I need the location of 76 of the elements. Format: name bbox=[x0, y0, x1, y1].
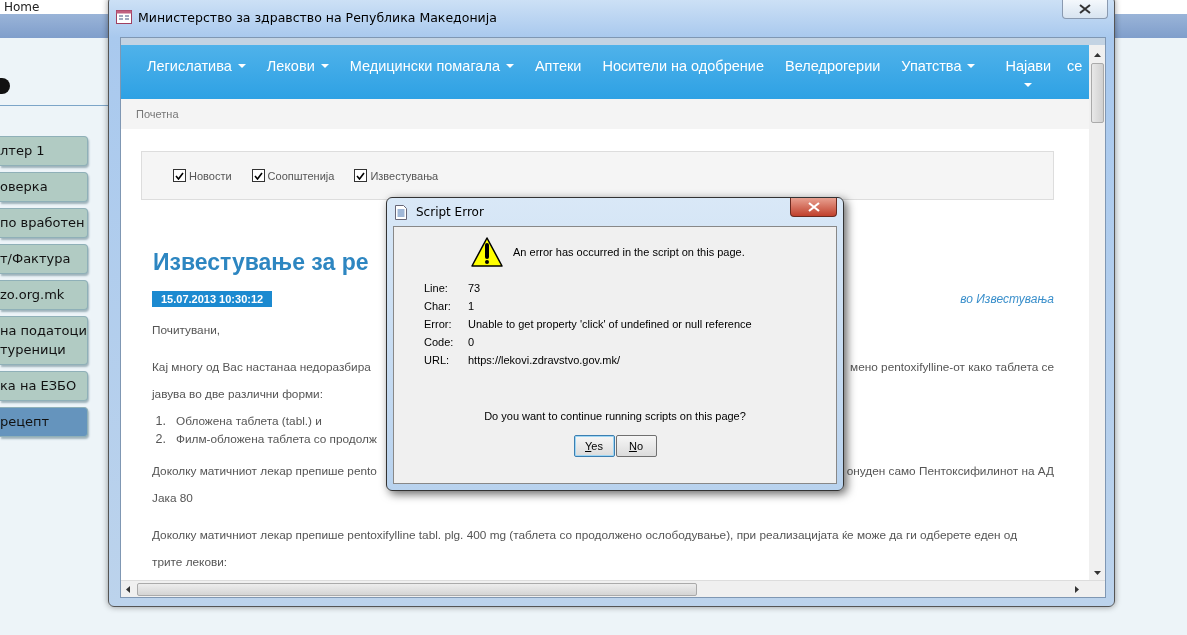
checkbox-label: Новости bbox=[189, 169, 232, 182]
app-title: Home bbox=[3, 0, 40, 14]
sidebar-button[interactable]: zo.org.mk bbox=[0, 280, 88, 310]
check-icon bbox=[175, 171, 184, 180]
question-text: Do you want to continue running scripts on this page? bbox=[483, 410, 747, 422]
nav-link[interactable]: Носители на одобрение bbox=[602, 58, 764, 74]
paragraph-text: онуден само Пентоксифилинот на АД bbox=[846, 463, 1054, 480]
paragraph-text: Јака 80 bbox=[152, 490, 193, 507]
sidebar-button[interactable]: рецепт bbox=[0, 407, 88, 437]
breadcrumb-link[interactable]: Почетна bbox=[136, 108, 179, 120]
detail-value: 1 bbox=[468, 300, 476, 313]
checkbox-label: Известувања bbox=[370, 169, 439, 182]
checkbox[interactable] bbox=[173, 169, 186, 182]
paragraph-text: Доколку матичниот лекар препише pentoxifylline tabl. plg. 400 mg (таблета со продолжено ослободување), при реализацијата ќе може да ги одберете еден од bbox=[152, 527, 1018, 544]
window-title: Министерство за здравство на Република Македонија bbox=[138, 9, 497, 25]
checkbox[interactable] bbox=[251, 169, 265, 182]
sidebar-button[interactable]: ка на ЕЗБО bbox=[0, 371, 88, 401]
dialog-button[interactable]: Yes bbox=[573, 435, 615, 457]
paragraph-text: Почитувани, bbox=[152, 322, 221, 339]
detail-value: https://lekovi.zdravstvo.gov.mk/ bbox=[468, 354, 622, 367]
scroll-left-icon bbox=[126, 585, 130, 593]
detail-label: Char: bbox=[424, 300, 452, 313]
nav-link[interactable]: Лекови bbox=[266, 58, 329, 74]
checkbox-label: Соопштенија bbox=[267, 169, 335, 182]
date-badge: 15.07.2013 10:30:12 bbox=[152, 291, 273, 307]
nav-link[interactable]: Веледрогерии bbox=[785, 58, 881, 74]
dialog-button[interactable]: No bbox=[615, 435, 657, 457]
checkbox[interactable] bbox=[354, 169, 368, 182]
horizontal-scrollbar[interactable] bbox=[121, 580, 1105, 597]
check-icon bbox=[253, 171, 263, 180]
sidebar-button[interactable]: лтер 1 bbox=[0, 136, 88, 166]
close-icon bbox=[807, 202, 820, 212]
detail-label: Code: bbox=[424, 336, 455, 349]
paragraph-text: јавува во две различни форми: bbox=[152, 386, 323, 403]
close-button[interactable] bbox=[790, 198, 837, 217]
list-item-text: Филм-обложена таблета со продолж bbox=[176, 431, 377, 448]
sidebar-button[interactable]: оверка bbox=[0, 172, 88, 202]
detail-value: 0 bbox=[468, 336, 476, 349]
close-button[interactable] bbox=[1062, 0, 1108, 19]
window-icon bbox=[116, 10, 132, 24]
paragraph-text: Кај многу од Вас настанаа недоразбира bbox=[152, 359, 371, 376]
nav-link[interactable]: Упатства bbox=[901, 58, 976, 74]
list-number: 2. bbox=[154, 431, 167, 448]
scroll-right-icon bbox=[1075, 585, 1079, 593]
sidebar-button[interactable]: на податоци туреници bbox=[0, 316, 88, 365]
category-link[interactable]: во Известувања bbox=[960, 292, 1054, 306]
scroll-thumb[interactable] bbox=[137, 582, 697, 596]
vertical-scrollbar[interactable] bbox=[1089, 45, 1105, 580]
check-icon bbox=[356, 171, 366, 180]
detail-label: Error: bbox=[424, 318, 453, 331]
list-item-text: Обложена таблета (tabl.) и bbox=[176, 413, 322, 430]
scroll-up-icon bbox=[1093, 53, 1101, 57]
scroll-thumb[interactable] bbox=[1090, 63, 1104, 123]
dialog-title: Script Error bbox=[416, 205, 484, 219]
detail-value: 73 bbox=[468, 282, 482, 295]
paragraph-text: мено pentoxifylline-от како таблета се bbox=[850, 359, 1054, 376]
paragraph-text: Доколку матичниот лекар препише pento bbox=[152, 463, 377, 480]
paragraph-text: трите лекови: bbox=[152, 554, 228, 571]
close-icon bbox=[1079, 4, 1091, 14]
document-icon bbox=[395, 204, 407, 220]
article-title: Известување за ре bbox=[153, 248, 369, 276]
detail-label: URL: bbox=[424, 354, 451, 367]
nav-link[interactable]: Медицински помагала bbox=[349, 58, 514, 74]
warning-icon bbox=[471, 236, 503, 268]
sidebar-button[interactable]: по вработен bbox=[0, 208, 88, 238]
sidebar-button[interactable]: т/Фактура bbox=[0, 244, 88, 274]
detail-label: Line: bbox=[424, 282, 449, 295]
error-message: An error has occurred in the script on this page. bbox=[513, 246, 745, 258]
list-number: 1. bbox=[154, 413, 167, 430]
nav-link[interactable]: се bbox=[1067, 58, 1083, 74]
detail-value: Unable to get property 'click' of undefined or null reference bbox=[468, 318, 753, 331]
nav-link[interactable]: Легислатива bbox=[147, 58, 246, 74]
scroll-down-icon bbox=[1093, 571, 1101, 575]
nav-link[interactable]: Најави bbox=[1005, 58, 1052, 87]
nav-link[interactable]: Аптеки bbox=[534, 58, 582, 74]
logo-shape bbox=[0, 78, 10, 94]
